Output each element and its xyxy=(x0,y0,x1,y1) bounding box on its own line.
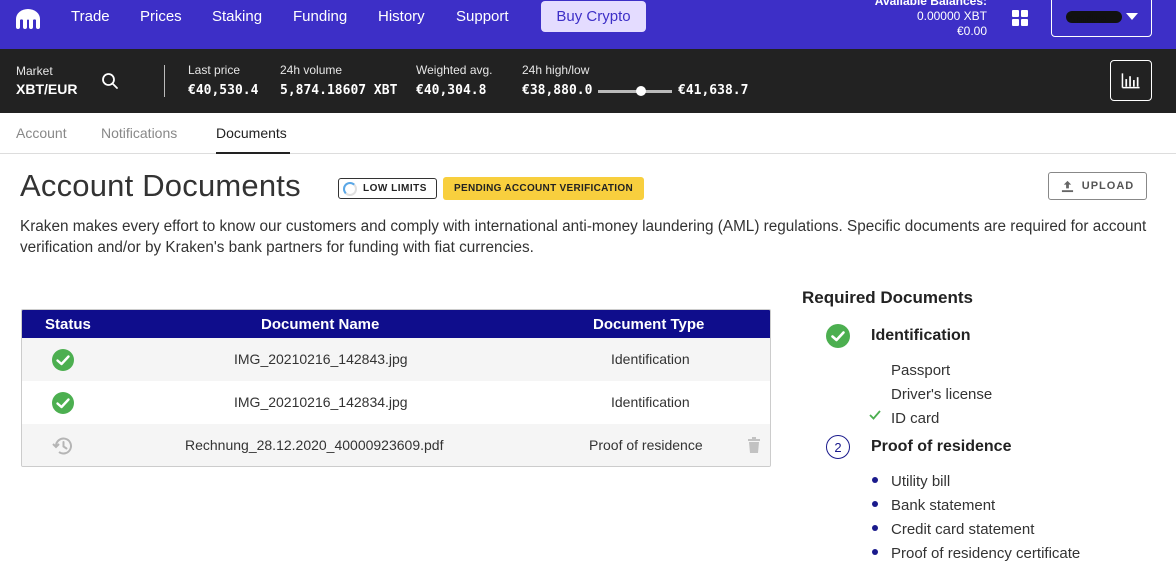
active-tab-indicator xyxy=(216,152,290,154)
weighted-avg-value: €40,304.8 xyxy=(416,83,487,98)
upload-button[interactable]: UPLOAD xyxy=(1048,172,1147,200)
balance-xbt: 0.00000 XBT xyxy=(916,9,987,23)
high-value: €41,638.7 xyxy=(678,83,749,98)
history-clock-icon xyxy=(52,437,72,455)
nav-funding[interactable]: Funding xyxy=(293,8,347,25)
high-low-label: 24h high/low xyxy=(522,63,590,77)
step-number-badge: 2 xyxy=(826,435,850,459)
requirement-item: Proof of residency certificate xyxy=(891,545,1081,562)
search-icon[interactable] xyxy=(101,72,119,90)
page-title: Account Documents xyxy=(20,168,301,203)
account-tabs: Account Notifications Documents xyxy=(0,113,1176,154)
requirement-identification: Identification xyxy=(871,327,971,344)
check-circle-icon xyxy=(52,349,74,371)
requirement-item: Bank statement xyxy=(891,497,996,514)
nav-staking[interactable]: Staking xyxy=(212,8,262,25)
weighted-avg-label: Weighted avg. xyxy=(416,63,493,77)
balances-title: Available Balances: xyxy=(874,0,987,8)
trash-icon[interactable] xyxy=(747,437,761,453)
chevron-down-icon xyxy=(1126,13,1138,20)
tab-account[interactable]: Account xyxy=(16,125,67,141)
market-bar: Market XBT/EUR Last price €40,530.4 24h … xyxy=(0,49,1176,113)
tab-documents[interactable]: Documents xyxy=(216,125,287,141)
market-divider xyxy=(164,65,165,97)
tab-notifications[interactable]: Notifications xyxy=(101,125,177,141)
nav-prices[interactable]: Prices xyxy=(140,8,182,25)
table-header: Status Document Name Document Type xyxy=(22,310,770,338)
document-name: IMG_20210216_142834.jpg xyxy=(234,394,408,410)
checkmark-icon xyxy=(869,410,881,420)
requirement-item: Passport xyxy=(891,362,951,379)
requirement-proof-of-residence: Proof of residence xyxy=(871,438,1012,455)
last-price-value: €40,530.4 xyxy=(188,83,259,98)
document-type: Identification xyxy=(611,394,690,410)
header-status: Status xyxy=(45,316,91,333)
bar-chart-icon xyxy=(1121,73,1140,89)
nav-support[interactable]: Support xyxy=(456,8,509,25)
requirement-item: Driver's license xyxy=(891,386,993,403)
upload-label: UPLOAD xyxy=(1081,180,1135,192)
header-document-name: Document Name xyxy=(261,316,380,333)
requirement-item: ID card xyxy=(891,410,940,427)
last-price-label: Last price xyxy=(188,63,241,77)
table-row[interactable]: IMG_20210216_142834.jpg Identification xyxy=(22,381,770,424)
nav-trade[interactable]: Trade xyxy=(71,8,110,25)
chart-button[interactable] xyxy=(1110,60,1152,101)
high-low-range-bar xyxy=(598,90,672,93)
nav-history[interactable]: History xyxy=(378,8,425,25)
volume-value: 5,874.18607 XBT xyxy=(280,83,398,98)
required-documents-title: Required Documents xyxy=(802,288,973,307)
balance-eur: €0.00 xyxy=(956,24,987,38)
document-type: Identification xyxy=(611,351,690,367)
apps-grid-icon[interactable] xyxy=(1012,10,1028,26)
user-menu-button[interactable]: Andre xyxy=(1051,0,1152,37)
pending-verification-badge: PENDING ACCOUNT VERIFICATION xyxy=(443,177,644,200)
document-name: Rechnung_28.12.2020_40000923609.pdf xyxy=(185,437,444,453)
volume-label: 24h volume xyxy=(280,63,343,77)
requirement-item: Utility bill xyxy=(891,473,951,490)
check-circle-icon xyxy=(826,324,850,348)
market-label: Market xyxy=(16,64,53,78)
check-circle-icon xyxy=(52,392,74,414)
table-row[interactable]: IMG_20210216_142843.jpg Identification xyxy=(22,338,770,381)
progress-spinner-icon xyxy=(343,181,357,196)
upload-icon xyxy=(1061,180,1073,192)
bullet-icon xyxy=(872,525,878,531)
bullet-icon xyxy=(872,477,878,483)
requirement-item: Credit card statement xyxy=(891,521,1035,538)
document-type: Proof of residence xyxy=(589,437,703,453)
buy-crypto-button[interactable]: Buy Crypto xyxy=(541,1,646,32)
low-value: €38,880.0 xyxy=(522,83,593,98)
market-pair[interactable]: XBT/EUR xyxy=(16,81,77,97)
bullet-icon xyxy=(872,549,878,555)
range-indicator xyxy=(636,86,646,96)
bullet-icon xyxy=(872,501,878,507)
low-limits-label: LOW LIMITS xyxy=(363,183,427,194)
user-name: Andre xyxy=(1066,11,1122,23)
document-name: IMG_20210216_142843.jpg xyxy=(234,351,408,367)
top-nav: Trade Prices Staking Funding History Sup… xyxy=(0,0,1176,49)
intro-text: Kraken makes every effort to know our cu… xyxy=(20,218,1147,256)
kraken-logo-icon[interactable] xyxy=(14,9,42,29)
table-row[interactable]: Rechnung_28.12.2020_40000923609.pdf Proo… xyxy=(22,424,770,466)
documents-table: Status Document Name Document Type IMG_2… xyxy=(21,309,771,467)
header-document-type: Document Type xyxy=(593,316,705,333)
low-limits-badge: LOW LIMITS xyxy=(338,178,437,199)
